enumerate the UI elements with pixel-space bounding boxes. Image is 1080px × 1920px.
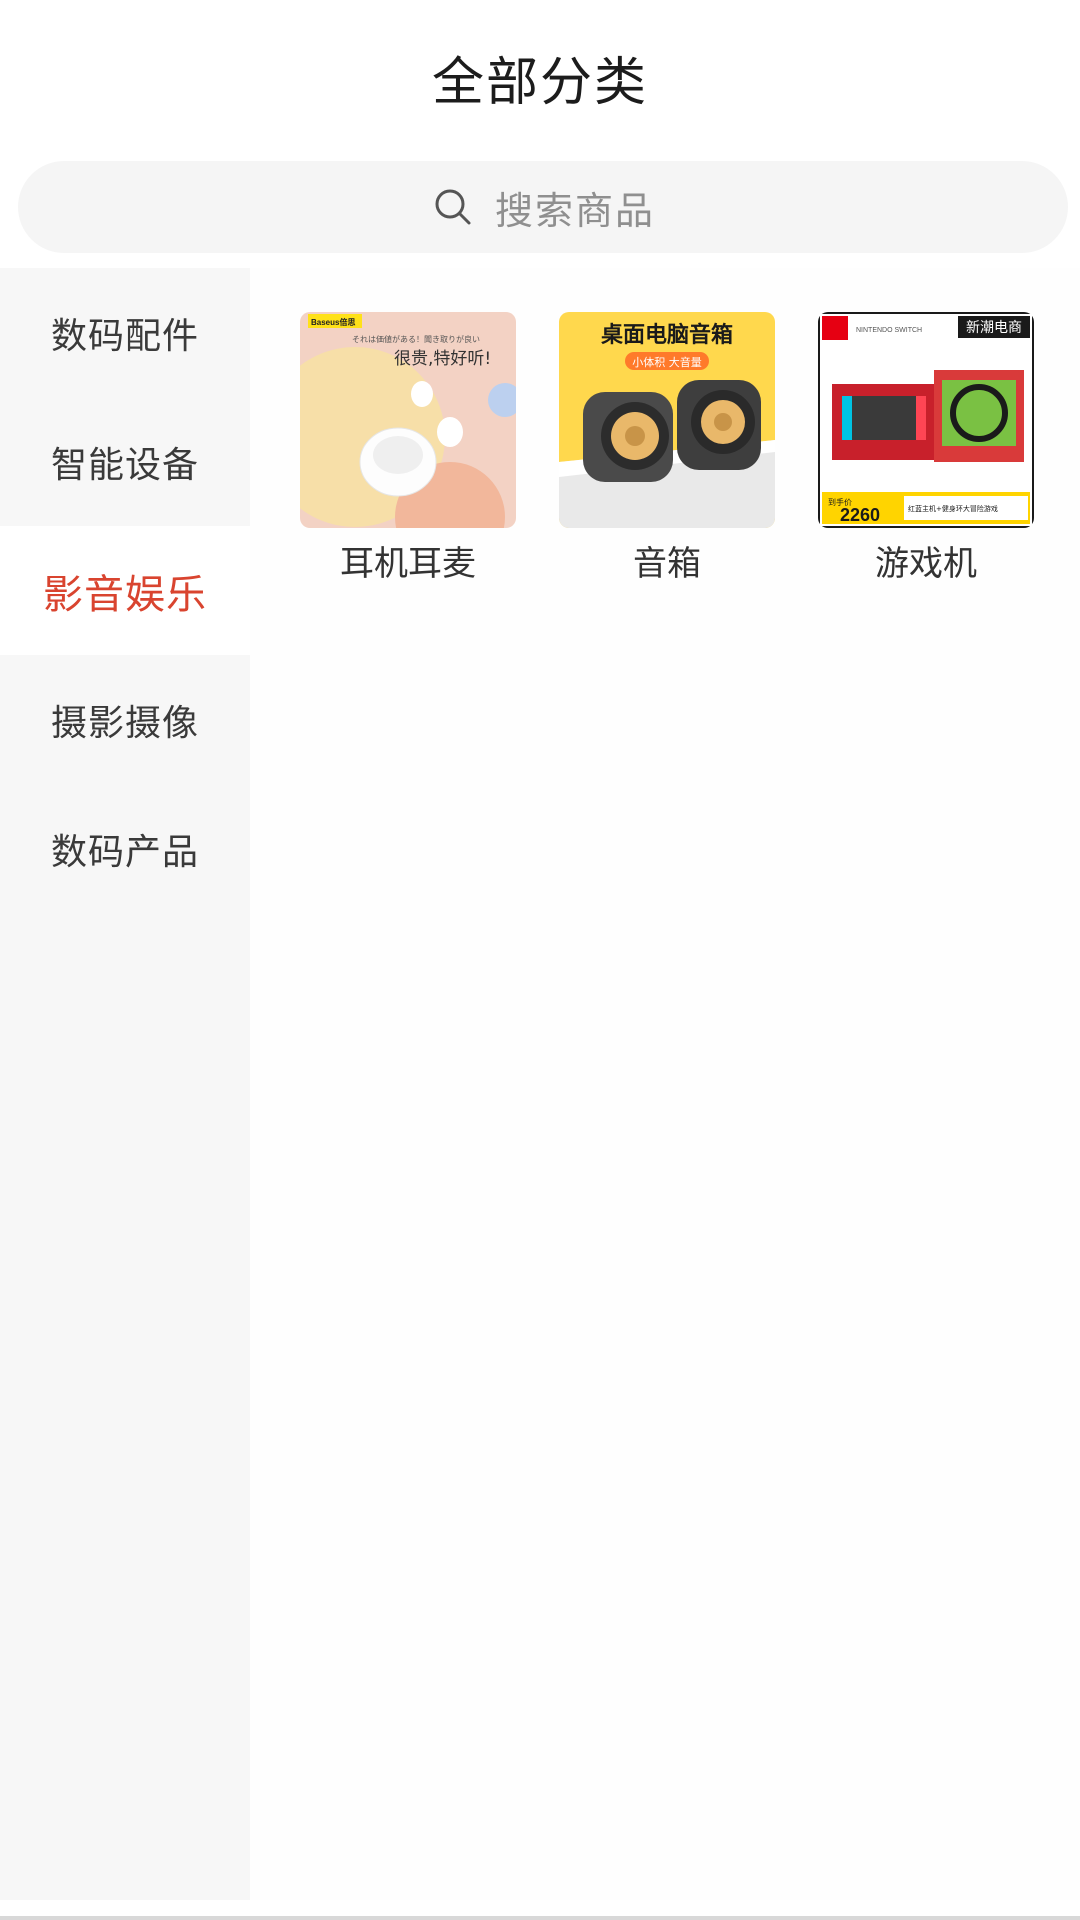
game-console-thumbnail: 新潮电商 NINTENDO SWITCH 到手价 2260 红蓝主机+健身环大冒… xyxy=(818,312,1034,528)
earphones-tagline-text: それは価値がある！聞き取りが良い xyxy=(352,334,480,344)
game-console-promo-text: 红蓝主机+健身环大冒险游戏 xyxy=(908,504,998,513)
subcategory-card-speakers[interactable]: 桌面电脑音箱 小体积 大音量 音箱 xyxy=(559,312,775,585)
sidebar-item-smart-devices[interactable]: 智能设备 xyxy=(0,397,250,526)
search-icon xyxy=(435,189,471,225)
earphones-thumbnail: Baseus倍思 それは価値がある！聞き取りが良い 很贵,特好听! xyxy=(300,312,516,528)
sidebar-item-digital-accessories[interactable]: 数码配件 xyxy=(0,268,250,397)
subcategory-label-speakers: 音箱 xyxy=(633,544,701,584)
category-sidebar: 数码配件 智能设备 影音娱乐 摄影摄像 数码产品 xyxy=(0,268,250,1900)
page-title: 全部分类 xyxy=(431,53,648,113)
game-console-price-text: 2260 xyxy=(840,505,880,525)
subcategory-card-game-console[interactable]: 新潮电商 NINTENDO SWITCH 到手价 2260 红蓝主机+健身环大冒… xyxy=(818,312,1034,585)
speakers-headline-text: 桌面电脑音箱 xyxy=(601,322,733,348)
category-page: 全部分类 搜索商品 数码配件 智能设备 影音娱乐 摄影摄像 数码产品 Baseu… xyxy=(0,0,1080,1920)
speakers-thumbnail: 桌面电脑音箱 小体积 大音量 xyxy=(559,312,775,528)
search-placeholder: 搜索商品 xyxy=(494,188,655,233)
sidebar-item-digital-products[interactable]: 数码产品 xyxy=(0,784,250,913)
speakers-badge-text: 小体积 大音量 xyxy=(632,355,702,369)
subcategory-card-earphones[interactable]: Baseus倍思 それは価値がある！聞き取りが良い 很贵,特好听! 耳机耳麦 xyxy=(300,312,516,585)
game-console-corner-text: 新潮电商 xyxy=(966,320,1022,336)
subcategory-label-earphones: 耳机耳麦 xyxy=(340,544,476,584)
subcategory-label-game-console: 游戏机 xyxy=(875,544,977,584)
search-bar[interactable]: 搜索商品 xyxy=(18,161,1068,253)
game-console-caption-text: NINTENDO SWITCH xyxy=(856,327,922,334)
bottom-divider xyxy=(0,1916,1080,1920)
earphones-brand-text: Baseus倍思 xyxy=(311,317,355,327)
sidebar-item-audio-video-entertainment[interactable]: 影音娱乐 xyxy=(0,526,250,655)
subcategory-panel: Baseus倍思 それは価値がある！聞き取りが良い 很贵,特好听! 耳机耳麦 桌… xyxy=(250,268,1080,1900)
earphones-slogan-text: 很贵,特好听! xyxy=(394,349,491,369)
subcategory-grid: Baseus倍思 それは価値がある！聞き取りが良い 很贵,特好听! 耳机耳麦 桌… xyxy=(300,312,1034,585)
sidebar-item-photography[interactable]: 摄影摄像 xyxy=(0,655,250,784)
